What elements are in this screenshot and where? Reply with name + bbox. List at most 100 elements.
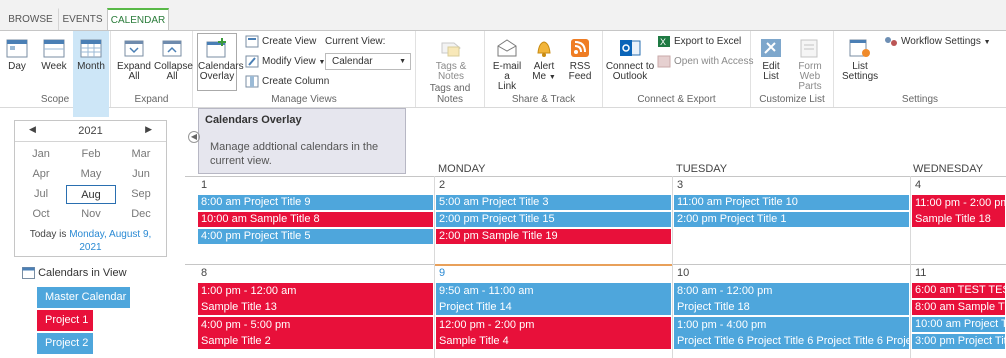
calendar-event[interactable]: 10:00 am Sample Title 8: [198, 212, 433, 227]
calendar-event[interactable]: 2:00 pm Project Title 15: [436, 212, 671, 227]
collapse-all-icon: [162, 40, 182, 57]
day-number[interactable]: 8: [201, 267, 207, 279]
modify-view-button[interactable]: Modify View ▼: [245, 53, 325, 70]
calendar-event[interactable]: 6:00 am TEST TEST: [912, 283, 1005, 298]
create-column-icon: [245, 75, 259, 88]
calendar-event[interactable]: 10:00 am Project Title: [912, 317, 1005, 332]
calendar-event[interactable]: 5:00 am Project Title 3: [436, 195, 671, 210]
list-settings-icon: [849, 39, 870, 57]
day-header-monday: MONDAY: [438, 163, 486, 175]
rss-icon: [571, 39, 589, 57]
connect-to-outlook-button[interactable]: Connect to Outlook: [605, 34, 655, 82]
form-web-parts-button[interactable]: Form Web Parts: [789, 34, 831, 92]
collapse-all-button[interactable]: Collapse All: [154, 34, 193, 82]
calendar-event[interactable]: 1:00 pm - 4:00 pm Project Title 6 Project…: [674, 317, 909, 349]
day-number[interactable]: 10: [677, 267, 689, 279]
create-view-button[interactable]: Create View: [245, 33, 316, 50]
day-number[interactable]: 11: [915, 267, 926, 279]
calendar-event[interactable]: 8:00 am Sample Title: [912, 300, 1005, 315]
workflow-settings-button[interactable]: Workflow Settings ▼: [884, 33, 991, 50]
alert-me-button[interactable]: Alert Me ▼: [529, 34, 559, 83]
calendar-event[interactable]: 11:00 am Project Title 10: [674, 195, 909, 210]
today-prefix: Today is: [29, 229, 70, 240]
collapse-left-pane-icon[interactable]: ◀: [188, 131, 200, 143]
month-jan[interactable]: Jan: [16, 145, 66, 164]
calendar-chip-project-2[interactable]: Project 2: [37, 333, 93, 354]
calendar-event[interactable]: 4:00 pm Project Title 5: [198, 229, 433, 244]
today-date-link[interactable]: Monday, August 9,: [69, 229, 151, 240]
alert-me-label-2: Me: [532, 71, 547, 82]
day-number[interactable]: 2: [439, 179, 445, 191]
month-feb[interactable]: Feb: [66, 145, 116, 164]
tags-notes-button[interactable]: Tags & Notes: [430, 34, 472, 82]
modify-view-icon: [245, 55, 259, 68]
calendar-event[interactable]: 4:00 pm - 5:00 pm Sample Title 2: [198, 317, 433, 349]
tooltip-body-line-1: Manage addtional calendars in the: [210, 141, 379, 153]
month-sep[interactable]: Sep: [116, 185, 166, 204]
workflow-icon: [885, 36, 897, 46]
calendar-event[interactable]: 2:00 pm Project Title 1: [674, 212, 909, 227]
form-web-parts-label-1: Form Web: [798, 61, 822, 82]
month-mar[interactable]: Mar: [116, 145, 166, 164]
month-may[interactable]: May: [66, 165, 116, 184]
open-with-access-button[interactable]: Open with Access: [657, 53, 753, 70]
export-to-excel-button[interactable]: X Export to Excel: [657, 33, 741, 50]
day-number[interactable]: 1: [201, 179, 207, 191]
event-title: Sample Title 2: [201, 335, 271, 347]
current-view-value: Calendar: [332, 56, 373, 67]
rss-feed-button[interactable]: RSS Feed: [564, 34, 596, 82]
today-date-year[interactable]: 2021: [79, 242, 101, 253]
month-aug[interactable]: Aug: [66, 185, 116, 204]
create-column-button[interactable]: Create Column: [245, 73, 329, 90]
date-picker-year: 2021: [78, 125, 103, 137]
month-jul[interactable]: Jul: [16, 185, 66, 204]
event-title: Project Title 6 Project Title 6 Project …: [677, 335, 909, 347]
bell-icon: [537, 41, 551, 57]
expand-all-button[interactable]: Expand All: [117, 34, 151, 82]
calendars-overlay-button[interactable]: Calendars Overlay: [197, 33, 244, 91]
event-time: 12:00 pm - 2:00 pm: [439, 319, 535, 331]
tab-calendar[interactable]: CALENDAR: [107, 8, 169, 31]
tab-browse[interactable]: BROWSE: [3, 8, 58, 31]
list-settings-button[interactable]: List Settings: [842, 34, 878, 82]
calendar-chip-master-calendar[interactable]: Master Calendar: [37, 287, 130, 308]
month-apr[interactable]: Apr: [16, 165, 66, 184]
tooltip-body-line-2: current view.: [210, 155, 272, 167]
expand-all-icon: [124, 40, 144, 57]
calendar-event[interactable]: 8:00 am Project Title 9: [198, 195, 433, 210]
current-view-select[interactable]: Calendar ▼: [325, 53, 411, 70]
calendar-event[interactable]: 1:00 pm - 12:00 am Sample Title 13: [198, 283, 433, 315]
tab-events[interactable]: EVENTS: [58, 8, 107, 31]
edit-list-button[interactable]: Edit List: [757, 34, 785, 82]
email-link-button[interactable]: E-mail a Link: [489, 34, 525, 92]
day-number[interactable]: 3: [677, 179, 683, 191]
day-number[interactable]: 9: [439, 267, 445, 279]
tooltip-title: Calendars Overlay: [205, 114, 302, 126]
calendar-event[interactable]: 8:00 am - 12:00 pm Project Title 18: [674, 283, 909, 315]
scope-group: Day Week Month Scope: [0, 31, 111, 117]
month-dec[interactable]: Dec: [116, 205, 166, 224]
calendar-event[interactable]: 12:00 pm - 2:00 pm Sample Title 4: [436, 317, 671, 349]
month-oct[interactable]: Oct: [16, 205, 66, 224]
calendar-event[interactable]: 9:50 am - 11:00 am Project Title 14: [436, 283, 671, 315]
settings-group-label: Settings: [901, 94, 939, 105]
month-jun[interactable]: Jun: [116, 165, 166, 184]
connect-outlook-label-2: Outlook: [612, 71, 648, 82]
alert-me-dropdown-icon: ▼: [548, 74, 556, 81]
date-picker: ◀ 2021 ▶ Today is Monday, August 9, 2021…: [14, 120, 167, 257]
calendar-event[interactable]: 11:00 pm - 2:00 pm Sample Title 18: [912, 195, 1005, 227]
day-button[interactable]: Day: [2, 34, 32, 92]
email-link-label-1: E-mail a: [492, 61, 522, 82]
form-web-parts-label-2: Parts: [798, 81, 822, 92]
calendar-chip-project-1[interactable]: Project 1: [37, 310, 93, 331]
day-number[interactable]: 4: [915, 179, 921, 191]
month-nov[interactable]: Nov: [66, 205, 116, 224]
calendar-event[interactable]: 3:00 pm Project Title: [912, 334, 1005, 349]
next-year-arrow-icon[interactable]: ▶: [145, 124, 152, 135]
calendar-event[interactable]: 2:00 pm Sample Title 19: [436, 229, 671, 244]
event-time: 8:00 am - 12:00 pm: [677, 285, 773, 297]
workflow-settings-label: Workflow Settings: [901, 36, 981, 47]
collapse-all-label-2: All: [166, 71, 178, 82]
week-button[interactable]: Week: [37, 34, 71, 92]
rss-feed-label-2: Feed: [568, 71, 592, 82]
